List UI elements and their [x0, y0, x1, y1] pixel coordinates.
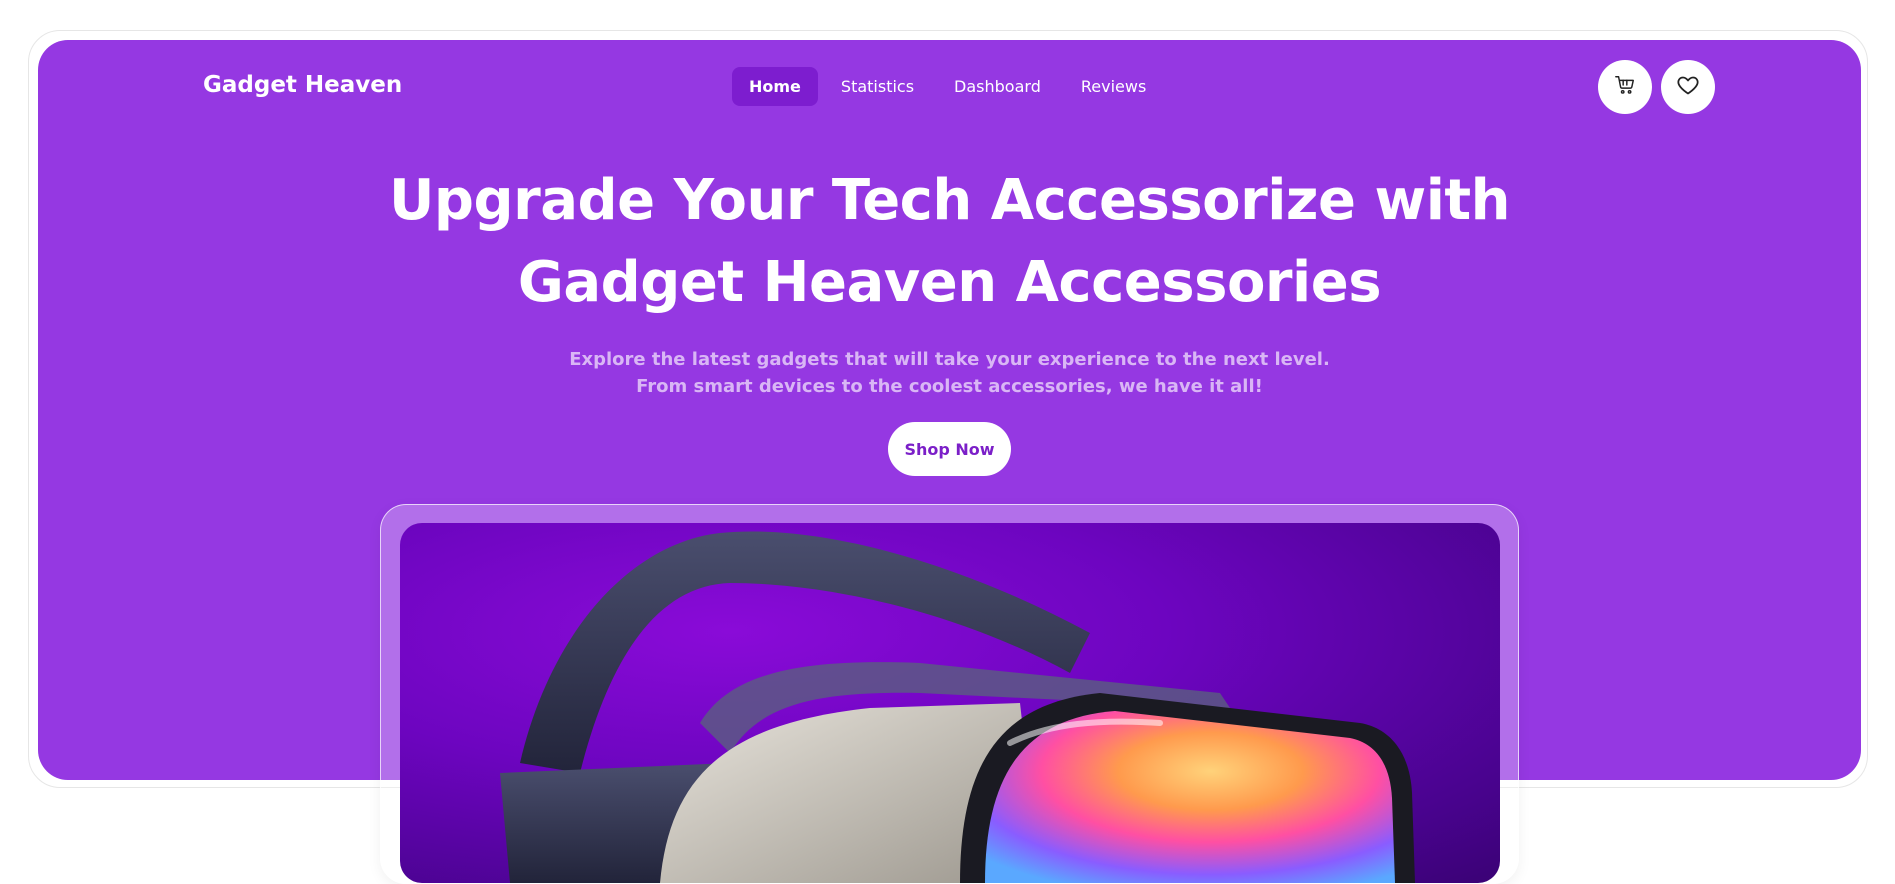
heart-icon: [1676, 73, 1700, 101]
brand-logo[interactable]: Gadget Heaven: [203, 72, 402, 98]
banner-image: [400, 523, 1500, 883]
nav-item-statistics[interactable]: Statistics: [824, 67, 931, 106]
nav-item-dashboard[interactable]: Dashboard: [937, 67, 1058, 106]
navbar: Gadget Heaven Home Statistics Dashboard …: [38, 40, 1861, 130]
hero-headline: Upgrade Your Tech Accessorize with Gadge…: [38, 160, 1861, 324]
cart-button[interactable]: [1598, 60, 1652, 114]
hero-subtitle: Explore the latest gadgets that will tak…: [38, 346, 1861, 400]
hero-headline-line-2: Gadget Heaven Accessories: [517, 250, 1382, 315]
hero-subtitle-line-2: From smart devices to the coolest access…: [636, 376, 1263, 397]
nav-item-reviews[interactable]: Reviews: [1064, 67, 1163, 106]
vr-headset-illustration: [500, 531, 1415, 883]
shop-now-button[interactable]: Shop Now: [888, 422, 1011, 476]
cart-icon: [1614, 74, 1636, 100]
hero-subtitle-line-1: Explore the latest gadgets that will tak…: [569, 349, 1330, 370]
nav-links: Home Statistics Dashboard Reviews: [732, 67, 1163, 106]
hero-headline-line-1: Upgrade Your Tech Accessorize with: [388, 168, 1511, 233]
wishlist-button[interactable]: [1661, 60, 1715, 114]
nav-item-home[interactable]: Home: [732, 67, 818, 106]
